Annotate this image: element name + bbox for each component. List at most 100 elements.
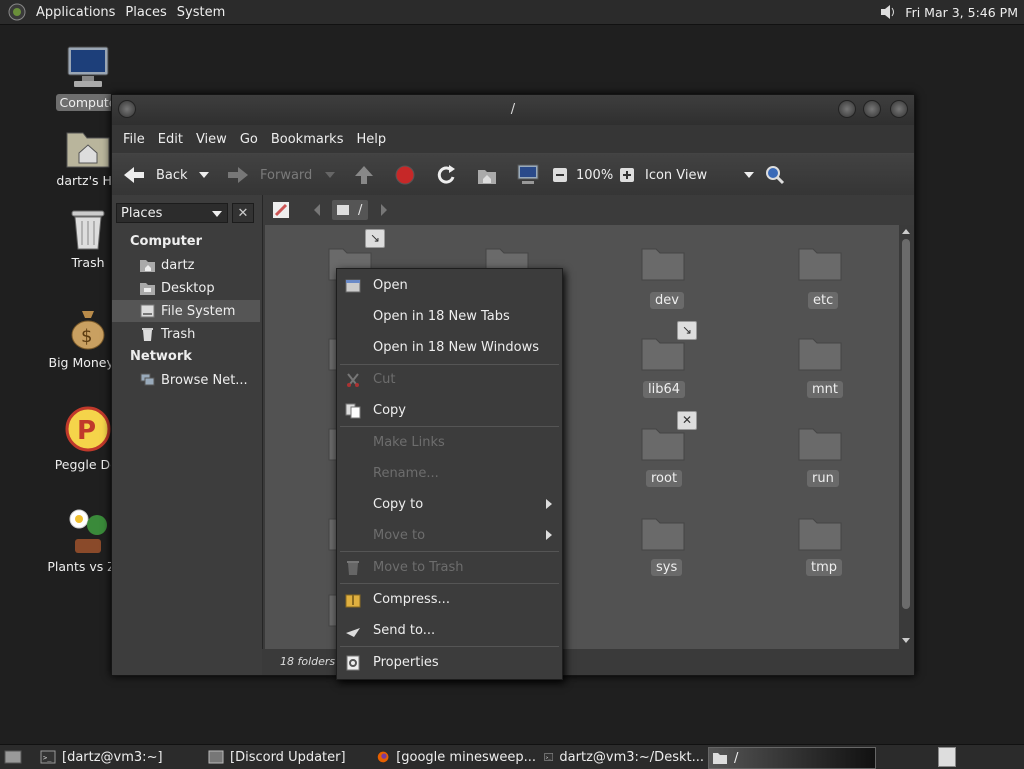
folder-label-dev[interactable]: dev xyxy=(650,292,684,309)
sidebar-close-button[interactable]: ✕ xyxy=(232,203,254,223)
reload-icon[interactable] xyxy=(435,154,457,196)
menu-item-open[interactable]: Open xyxy=(337,270,562,301)
svg-text:P: P xyxy=(77,416,96,446)
trash-icon xyxy=(71,210,105,250)
workspace-switcher[interactable] xyxy=(938,747,956,767)
sidebar-item-browse-network[interactable]: Browse Net... xyxy=(112,369,260,391)
sidebar-item-dartz[interactable]: dartz xyxy=(112,254,260,276)
path-button-root[interactable]: / xyxy=(332,200,368,220)
view-mode-select[interactable]: Icon View xyxy=(645,154,755,196)
chevron-down-icon xyxy=(744,172,755,178)
gnome-foot-icon[interactable] xyxy=(8,3,26,21)
menu-item-send-to[interactable]: Send to... xyxy=(337,615,562,646)
show-desktop-icon[interactable] xyxy=(4,749,22,765)
menu-view[interactable]: View xyxy=(196,132,227,147)
title-bar[interactable]: / xyxy=(112,95,914,125)
menu-item-compress[interactable]: Compress... xyxy=(337,584,562,615)
scroll-down-icon[interactable] xyxy=(901,637,911,645)
archive-icon xyxy=(345,594,361,607)
sidebar-item-trash[interactable]: Trash xyxy=(112,323,260,345)
computer-icon xyxy=(67,46,109,87)
drive-icon xyxy=(140,304,155,318)
menu-help[interactable]: Help xyxy=(356,132,386,147)
search-icon[interactable] xyxy=(764,154,786,196)
home-icon[interactable] xyxy=(476,154,498,196)
system-menu[interactable]: System xyxy=(177,5,225,20)
menu-item-move-to[interactable]: Move to xyxy=(337,520,562,551)
folder-label-root[interactable]: root xyxy=(646,470,683,487)
stop-icon[interactable] xyxy=(394,154,416,196)
menu-item-open-new-windows[interactable]: Open in 18 New Windows xyxy=(337,332,562,363)
folder-icon[interactable] xyxy=(641,245,685,281)
menu-item-open-new-tabs[interactable]: Open in 18 New Tabs xyxy=(337,301,562,332)
folder-icon[interactable] xyxy=(798,515,842,551)
edit-location-icon[interactable] xyxy=(272,201,290,219)
sidebar: Places ✕ Computer dartz Desktop File Sys… xyxy=(112,195,263,675)
menu-bar: File Edit View Go Bookmarks Help xyxy=(112,125,914,153)
folder-icon[interactable] xyxy=(798,245,842,281)
maximize-button[interactable] xyxy=(863,100,881,118)
menu-item-copy-to[interactable]: Copy to xyxy=(337,489,562,520)
task-terminal-home[interactable]: >_ [dartz@vm3:~] xyxy=(40,747,200,767)
path-left-arrow-icon[interactable] xyxy=(313,203,321,217)
toolbar: Back Forward 100% Icon View xyxy=(112,153,914,197)
folder-label-sys[interactable]: sys xyxy=(651,559,683,576)
back-arrow-icon xyxy=(124,167,144,183)
menu-item-cut[interactable]: Cut xyxy=(337,364,562,395)
up-arrow-icon[interactable] xyxy=(353,154,375,196)
clock[interactable]: Fri Mar 3, 5:46 PM xyxy=(905,5,1018,20)
zoom-out-icon[interactable] xyxy=(552,154,568,196)
folder-icon[interactable] xyxy=(641,515,685,551)
computer-icon[interactable] xyxy=(516,154,540,196)
folder-icon[interactable] xyxy=(798,335,842,371)
places-menu[interactable]: Places xyxy=(125,5,166,20)
sidebar-item-file-system[interactable]: File System xyxy=(112,300,260,322)
scissors-icon xyxy=(347,372,359,387)
forward-button[interactable]: Forward xyxy=(226,154,312,196)
submenu-arrow-icon xyxy=(546,530,552,540)
folder-icon[interactable] xyxy=(798,425,842,461)
applications-menu[interactable]: Applications xyxy=(36,5,115,20)
desktop-icon-label: Trash xyxy=(71,255,105,270)
folder-label-run[interactable]: run xyxy=(807,470,839,487)
menu-item-copy[interactable]: Copy xyxy=(337,395,562,426)
menu-edit[interactable]: Edit xyxy=(158,132,183,147)
menu-bookmarks[interactable]: Bookmarks xyxy=(271,132,344,147)
forward-history-dropdown-icon[interactable] xyxy=(324,154,336,196)
menu-item-properties[interactable]: Properties xyxy=(337,647,562,678)
folder-label-lib64[interactable]: lib64 xyxy=(643,381,686,398)
folder-label-mnt[interactable]: mnt xyxy=(807,381,843,398)
plants-icon xyxy=(69,509,107,553)
top-panel: Applications Places System Fri Mar 3, 5:… xyxy=(0,0,1024,25)
menu-file[interactable]: File xyxy=(123,132,145,147)
volume-icon[interactable] xyxy=(879,4,897,20)
path-right-arrow-icon[interactable] xyxy=(380,203,388,217)
folder-label-tmp[interactable]: tmp xyxy=(806,559,843,576)
back-history-dropdown-icon[interactable] xyxy=(198,154,210,196)
folder-icon[interactable] xyxy=(641,335,685,371)
menu-go[interactable]: Go xyxy=(240,132,258,147)
menu-item-make-links[interactable]: Make Links xyxy=(337,427,562,458)
task-firefox[interactable]: [google minesweep... xyxy=(376,747,536,767)
zoom-in-icon[interactable] xyxy=(619,154,635,196)
sidebar-mode-select[interactable]: Places xyxy=(116,203,228,223)
minimize-button[interactable] xyxy=(838,100,856,118)
zoom-level[interactable]: 100% xyxy=(576,154,613,196)
bottom-panel: >_ [dartz@vm3:~] [Discord Updater] [goog… xyxy=(0,744,1024,769)
menu-item-move-to-trash[interactable]: Move to Trash xyxy=(337,552,562,583)
terminal-icon: >_ xyxy=(544,753,554,761)
task-terminal-desktop[interactable]: >_ dartz@vm3:~/Deskt... xyxy=(544,747,704,767)
scroll-up-icon[interactable] xyxy=(901,227,911,235)
sidebar-header-network: Network xyxy=(130,349,192,364)
task-discord-updater[interactable]: [Discord Updater] xyxy=(208,747,368,767)
menu-item-rename[interactable]: Rename... xyxy=(337,458,562,489)
sidebar-item-desktop[interactable]: Desktop xyxy=(112,277,260,299)
close-button[interactable] xyxy=(890,100,908,118)
vertical-scrollbar[interactable] xyxy=(899,225,913,649)
task-file-manager-active[interactable]: / xyxy=(708,747,876,769)
back-button[interactable]: Back xyxy=(122,154,188,196)
status-text: 18 folders s xyxy=(280,655,345,668)
scrollbar-thumb[interactable] xyxy=(902,239,910,609)
folder-label-etc[interactable]: etc xyxy=(808,292,839,309)
folder-icon[interactable] xyxy=(641,425,685,461)
